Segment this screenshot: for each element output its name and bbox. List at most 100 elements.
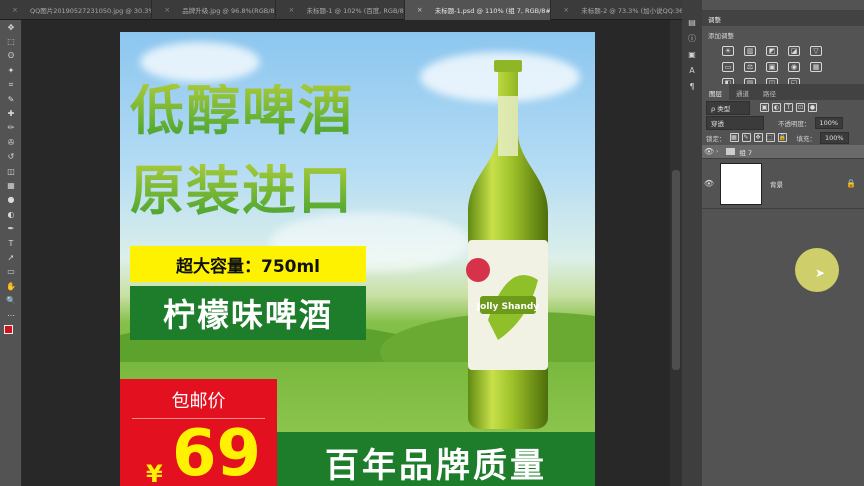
flavor-banner: 柠檬味啤酒 — [130, 286, 366, 340]
tab-label: 未标题-1.psd @ 110% (组 7, RGB/8#) × — [434, 7, 552, 15]
tab-label: 未标题-1 @ 102% (百度, RGB/8... — [306, 7, 405, 15]
opacity-label: 不透明度： — [778, 119, 811, 128]
panel-toggle-icon[interactable]: ▤ — [682, 14, 702, 30]
filter-icon[interactable]: ● — [808, 103, 817, 112]
tab-untitled-2[interactable]: × 未标题-2 @ 73.3% (加小说QQ:3618066... — [551, 0, 700, 20]
adjustment-icon[interactable]: ▭ — [722, 62, 734, 72]
lock-label: 锁定： — [706, 134, 726, 143]
adjustment-icon[interactable]: ▣ — [766, 62, 778, 72]
lock-option-icon[interactable]: ✎ — [741, 133, 751, 142]
eyedropper-icon[interactable]: ✎ — [0, 92, 22, 106]
filter-icon[interactable]: ◐ — [772, 103, 781, 112]
price-value: 69 — [172, 417, 262, 486]
close-icon[interactable]: × — [164, 6, 170, 14]
quality-banner: 百年品牌质量 — [277, 432, 595, 486]
tab-label: 品牌升级.jpg @ 96.8%(RGB/8... — [182, 7, 277, 15]
adjustment-icon[interactable]: ▥ — [744, 46, 756, 56]
lock-option-icon[interactable]: ▦ — [729, 133, 739, 142]
adjustments-title: 添加调整 — [708, 32, 734, 40]
adjustment-icon[interactable]: ▽ — [810, 46, 822, 56]
lock-option-icon[interactable]: 🔒 — [777, 133, 787, 142]
kind-filter-select[interactable]: ρ 类型 — [706, 100, 750, 115]
filter-icon[interactable]: ⊡ — [796, 103, 805, 112]
beer-bottle-image: Jolly Shandy — [466, 60, 548, 429]
adjustment-icon[interactable]: ☀ — [722, 46, 734, 56]
close-icon[interactable]: × — [417, 6, 423, 14]
capacity-banner: 超大容量：750ml — [130, 246, 366, 282]
layer-group-7[interactable]: 👁 › 组 7 — [702, 145, 864, 159]
currency-symbol: ¥ — [146, 460, 163, 486]
panel-toggle-icon[interactable]: ¶ — [682, 78, 702, 94]
adjustment-icon[interactable]: ⚖ — [744, 62, 756, 72]
close-icon[interactable]: × — [563, 6, 569, 14]
tab-brand-upgrade[interactable]: × 品牌升级.jpg @ 96.8%(RGB/8... — [152, 0, 277, 20]
bottle-label: Jolly Shandy — [476, 302, 540, 312]
scrollbar-thumb[interactable] — [672, 170, 680, 370]
more-icon[interactable]: ⋯ — [0, 308, 22, 322]
expand-chevron-icon[interactable]: › — [716, 148, 718, 155]
lock-option-icon[interactable]: ✥ — [753, 133, 763, 142]
type-icon[interactable]: T — [0, 236, 22, 250]
lock-option-icon[interactable]: ⬚ — [765, 133, 775, 142]
stamp-icon[interactable]: ✇ — [0, 135, 22, 149]
layers-panel: 图层 通道 路径 ρ 类型 ▣ ◐ T ⊡ ● 穿透 不透明度： 100% 锁定： ▦ ✎… — [702, 84, 864, 486]
marquee-icon[interactable]: ⬚ — [0, 34, 22, 48]
dodge-icon[interactable]: ◐ — [0, 207, 22, 221]
fill-label: 填充： — [796, 134, 817, 143]
filter-icon[interactable]: ▣ — [760, 103, 769, 112]
tab-label: QQ图片20190527231050.jpg @ 30.3%(... — [30, 7, 153, 15]
foreground-color-swatch[interactable] — [4, 325, 13, 334]
adjustments-header: 调整 — [702, 10, 864, 26]
adjustment-icon[interactable]: ◪ — [788, 46, 800, 56]
brush-icon[interactable]: ✏ — [0, 121, 22, 135]
layer-background[interactable]: 👁 背景 🔒 — [702, 159, 864, 209]
panel-icon-strip: ▤ ⓘ ▣ A ¶ — [682, 0, 702, 486]
close-icon[interactable]: × — [288, 6, 294, 14]
panel-toggle-icon[interactable]: ▣ — [682, 46, 702, 62]
document-tab-bar: × QQ图片20190527231050.jpg @ 30.3%(... × 品牌升… — [0, 0, 700, 20]
hand-icon[interactable]: ✋ — [0, 279, 22, 293]
layer-name: 组 7 — [739, 148, 753, 157]
tab-channels[interactable]: 通道 — [729, 84, 756, 100]
crop-icon[interactable]: ⌗ — [0, 78, 22, 92]
tab-qq-image[interactable]: × QQ图片20190527231050.jpg @ 30.3%(... — [0, 0, 153, 20]
tools-panel: ✥ ⬚ ʘ ✦ ⌗ ✎ ✚ ✏ ✇ ↺ ◫ ▦ ● ◐ ✒ T ➚ ▭ ✋ 🔍 ⋯ — [0, 20, 22, 486]
layers-tabbar: 图层 通道 路径 — [702, 84, 864, 100]
healing-icon[interactable]: ✚ — [0, 106, 22, 120]
panel-toggle-icon[interactable]: A — [682, 62, 702, 78]
path-select-icon[interactable]: ➚ — [0, 250, 22, 264]
visibility-eye-icon[interactable]: 👁 — [702, 147, 716, 156]
blur-icon[interactable]: ● — [0, 193, 22, 207]
tab-untitled-1-psd[interactable]: × 未标题-1.psd @ 110% (组 7, RGB/8#) × — [404, 0, 552, 20]
gradient-icon[interactable]: ▦ — [0, 178, 22, 192]
document-canvas[interactable]: 低醇啤酒 原装进口 超大容量：750ml 柠檬味啤酒 Jolly Shandy — [120, 32, 595, 486]
fill-input[interactable]: 100% — [820, 131, 849, 144]
history-brush-icon[interactable]: ↺ — [0, 150, 22, 164]
eraser-icon[interactable]: ◫ — [0, 164, 22, 178]
mouse-cursor-icon: ➤ — [815, 266, 826, 280]
adjustment-icon[interactable]: ▦ — [810, 62, 822, 72]
layer-name: 背景 — [770, 180, 783, 189]
vertical-scrollbar[interactable] — [670, 20, 682, 486]
move-icon[interactable]: ✥ — [0, 20, 22, 34]
blend-mode-select[interactable]: 穿透 — [706, 115, 764, 130]
cloud — [140, 42, 260, 82]
close-icon[interactable]: × — [12, 6, 18, 14]
adjustments-panel: 调整 添加调整 ☀ ▥ ◩ ◪ ▽ ▭ ⚖ ▣ ◉ ▦ ◧ ▨ ◫ ◱ — [702, 10, 864, 88]
pen-icon[interactable]: ✒ — [0, 221, 22, 235]
adjustment-icon[interactable]: ◉ — [788, 62, 800, 72]
magic-wand-icon[interactable]: ✦ — [0, 63, 22, 77]
tab-layers[interactable]: 图层 — [702, 84, 729, 100]
filter-icons: ▣ ◐ T ⊡ ● — [760, 103, 817, 112]
lasso-icon[interactable]: ʘ — [0, 49, 22, 63]
adjustment-icon[interactable]: ◩ — [766, 46, 778, 56]
opacity-input[interactable]: 100% — [814, 116, 844, 129]
tab-paths[interactable]: 路径 — [756, 84, 783, 100]
visibility-eye-icon[interactable]: 👁 — [702, 179, 716, 188]
filter-icon[interactable]: T — [784, 103, 793, 112]
photoshop-window: × QQ图片20190527231050.jpg @ 30.3%(... × 品牌升… — [0, 0, 864, 486]
zoom-icon[interactable]: 🔍 — [0, 293, 22, 307]
shape-icon[interactable]: ▭ — [0, 265, 22, 279]
panel-toggle-icon[interactable]: ⓘ — [682, 30, 702, 46]
tab-untitled-1[interactable]: × 未标题-1 @ 102% (百度, RGB/8... — [276, 0, 405, 20]
